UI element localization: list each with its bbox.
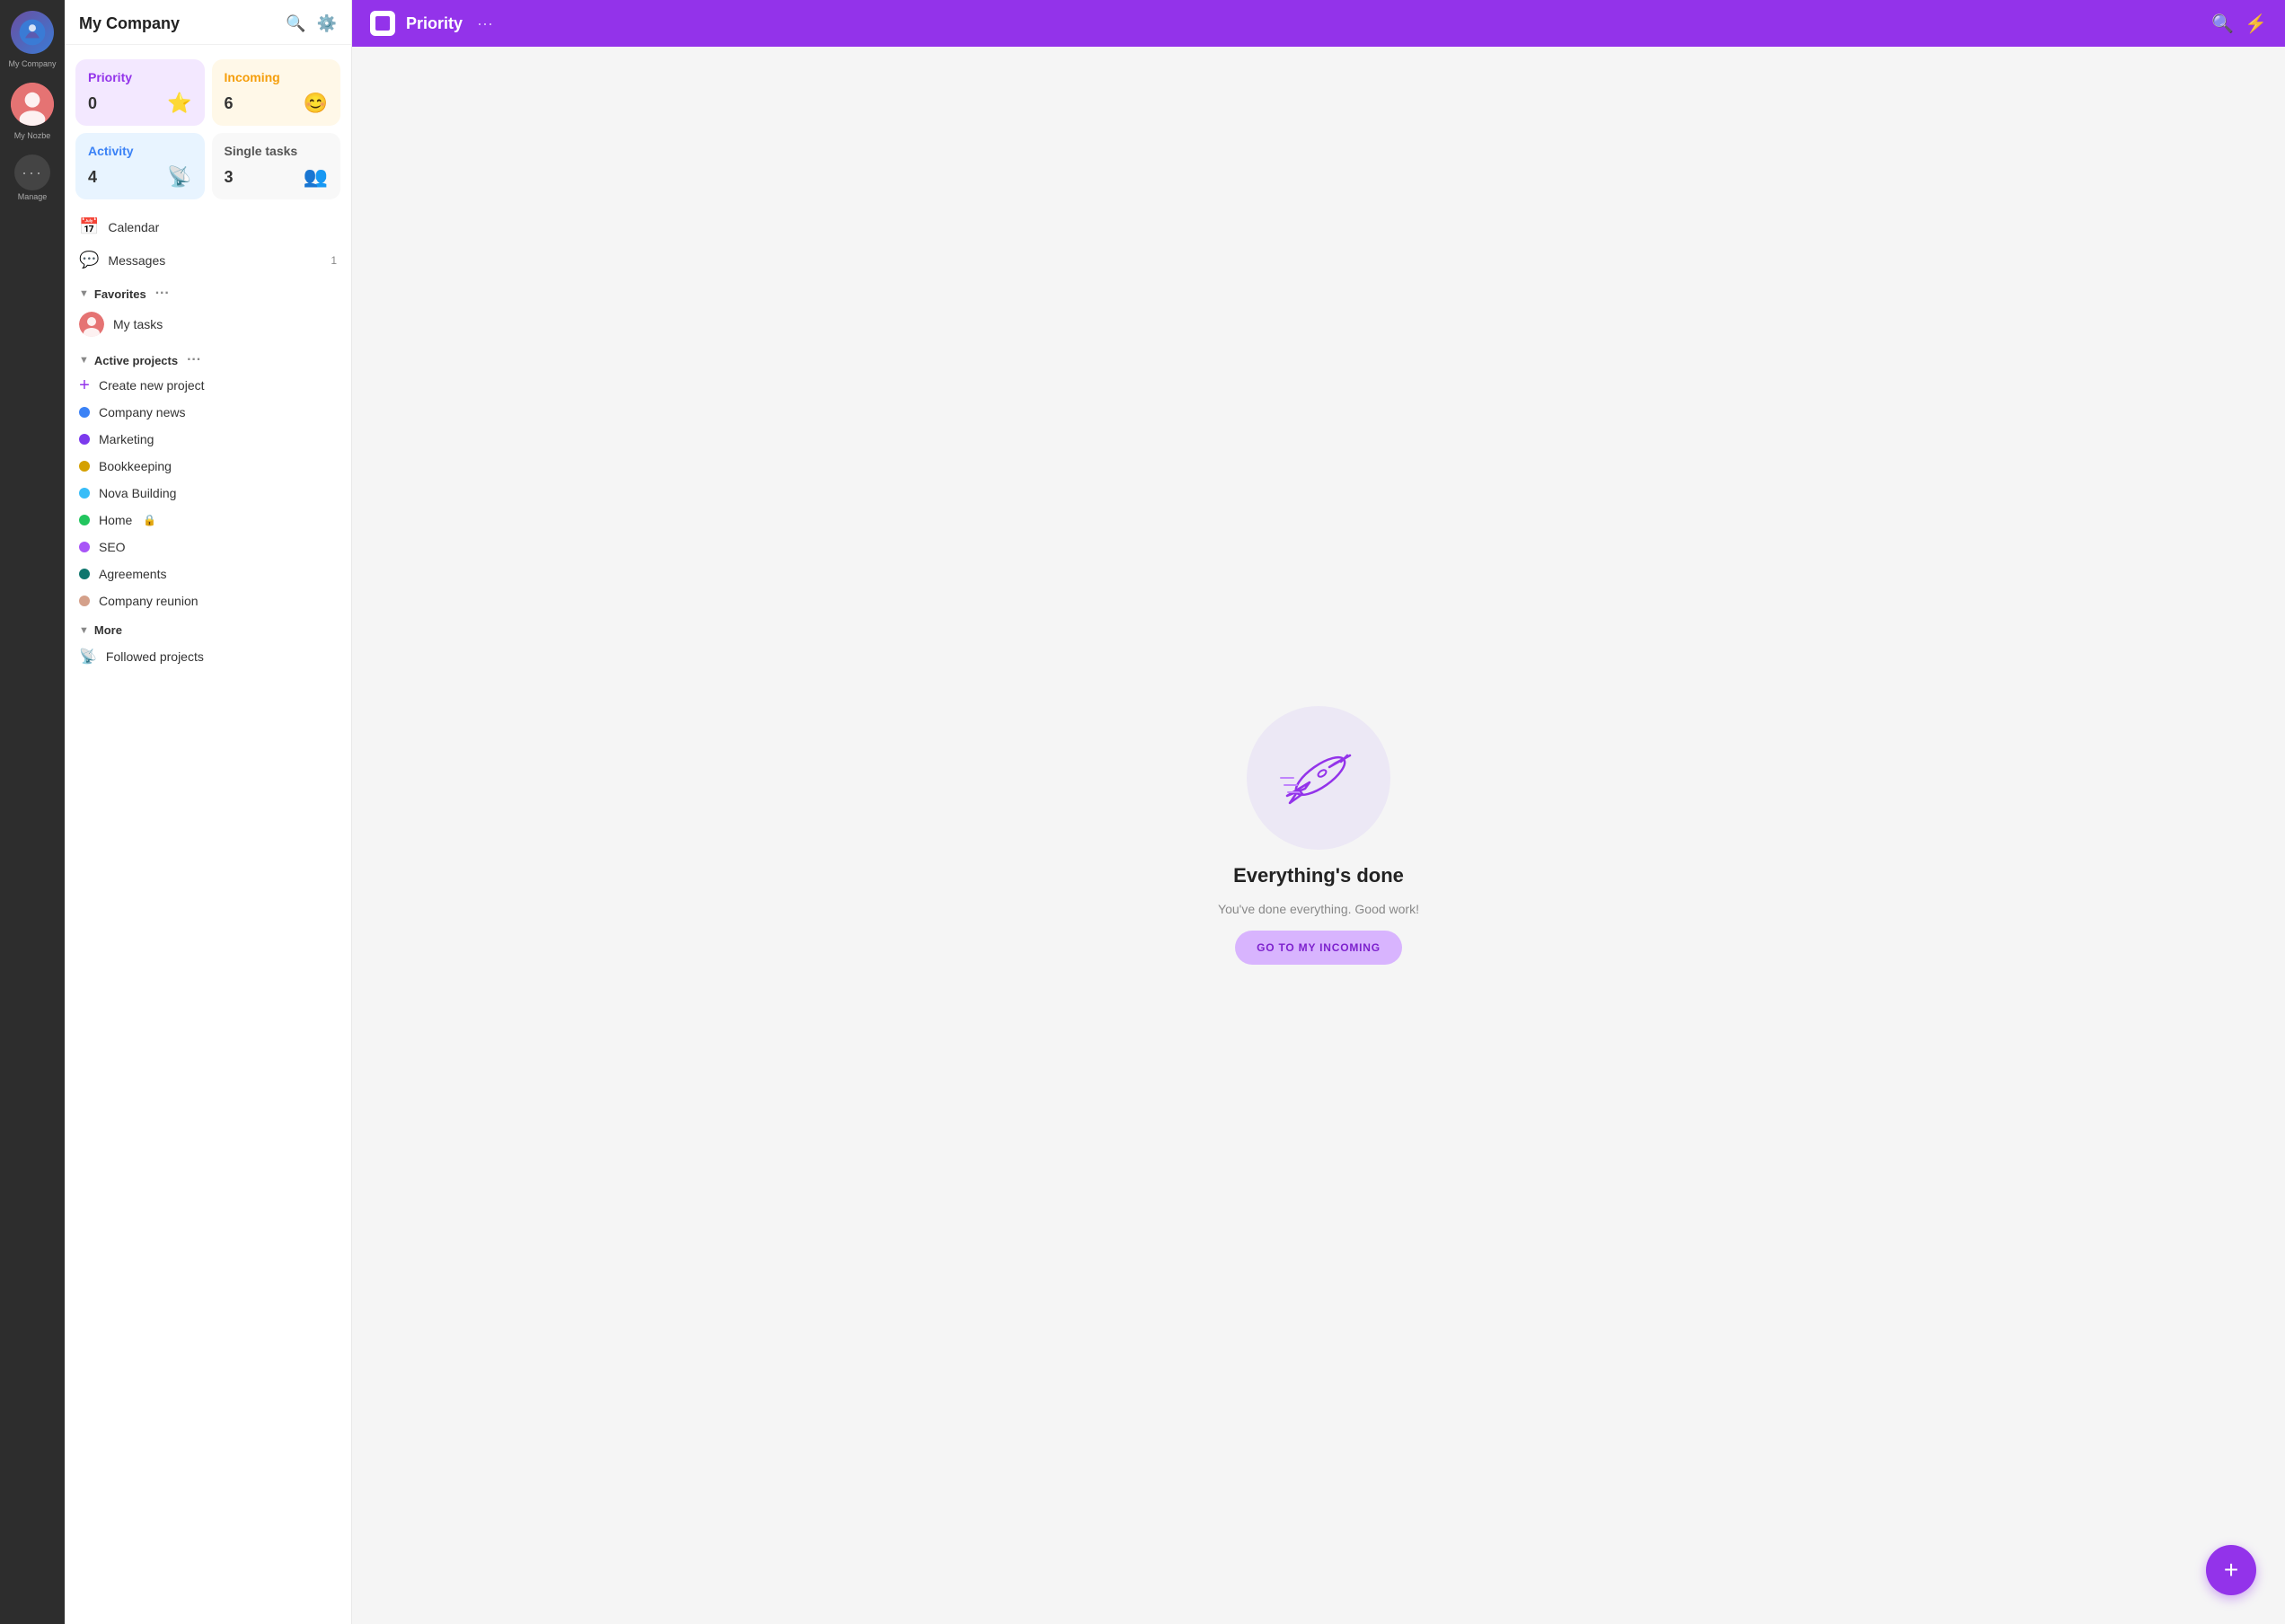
active-projects-more-icon[interactable]: ··· — [187, 352, 201, 368]
agreements-item[interactable]: Agreements — [65, 560, 351, 587]
company-label: My Company — [8, 59, 56, 68]
active-projects-header: ▼ Active projects ··· — [65, 343, 351, 372]
sidebar-title: My Company — [79, 14, 180, 33]
settings-button[interactable]: ⚙️ — [317, 14, 337, 33]
more-chevron: ▼ — [79, 625, 89, 636]
company-reunion-dot — [79, 596, 90, 606]
active-projects-chevron: ▼ — [79, 355, 89, 366]
followed-projects-label: Followed projects — [106, 649, 204, 664]
go-to-incoming-button[interactable]: GO TO MY INCOMING — [1235, 931, 1402, 965]
empty-subtitle: You've done everything. Good work! — [1218, 902, 1419, 916]
company-news-item[interactable]: Company news — [65, 399, 351, 426]
nova-building-item[interactable]: Nova Building — [65, 480, 351, 507]
activity-icon: 📡 — [167, 165, 191, 189]
main-content: Priority ··· 🔍 ⚡ — [352, 0, 2285, 1624]
create-project-label: Create new project — [99, 378, 205, 393]
topbar-more-button[interactable]: ··· — [477, 14, 493, 33]
sidebar-actions: 🔍 ⚙️ — [286, 14, 337, 33]
home-item[interactable]: Home 🔒 — [65, 507, 351, 534]
company-avatar[interactable] — [11, 11, 54, 54]
activity-card[interactable]: Activity 4 📡 — [75, 133, 205, 199]
user-avatar[interactable] — [11, 83, 54, 126]
my-tasks-item[interactable]: My tasks — [65, 305, 351, 343]
plus-icon: + — [79, 380, 90, 391]
priority-card-label: Priority — [88, 70, 192, 84]
my-tasks-label: My tasks — [113, 317, 163, 331]
manage-label: Manage — [18, 192, 48, 201]
agreements-dot — [79, 569, 90, 579]
company-news-label: Company news — [99, 405, 186, 419]
left-rail: My Company My Nozbe ··· Manage — [0, 0, 65, 1624]
activity-count: 4 — [88, 168, 97, 187]
sidebar-scroll[interactable]: Priority 0 ⭐ Incoming 6 😊 Activity 4 — [65, 45, 351, 1624]
company-reunion-item[interactable]: Company reunion — [65, 587, 351, 614]
incoming-card-label: Incoming — [225, 70, 329, 84]
topbar-right: 🔍 ⚡ — [2211, 13, 2267, 35]
followed-projects-item[interactable]: 📡 Followed projects — [65, 640, 351, 673]
fab-button[interactable]: + — [2206, 1545, 2256, 1595]
marketing-dot — [79, 434, 90, 445]
incoming-card[interactable]: Incoming 6 😊 — [212, 59, 341, 126]
messages-label: Messages — [108, 253, 165, 268]
empty-title: Everything's done — [1233, 864, 1404, 887]
more-header: ▼ More — [65, 614, 351, 640]
priority-card[interactable]: Priority 0 ⭐ — [75, 59, 205, 126]
agreements-label: Agreements — [99, 567, 166, 581]
app-logo — [370, 11, 395, 36]
favorites-header: ▼ Favorites ··· — [65, 277, 351, 305]
topbar-search-icon[interactable]: 🔍 — [2211, 13, 2234, 35]
messages-icon: 💬 — [79, 251, 99, 269]
marketing-label: Marketing — [99, 432, 154, 446]
seo-label: SEO — [99, 540, 126, 554]
favorites-chevron: ▼ — [79, 288, 89, 299]
bookkeeping-dot — [79, 461, 90, 472]
topbar-filter-icon[interactable]: ⚡ — [2245, 13, 2267, 35]
bookkeeping-label: Bookkeeping — [99, 459, 172, 473]
calendar-label: Calendar — [108, 220, 159, 234]
activity-card-label: Activity — [88, 144, 192, 158]
favorites-more-icon[interactable]: ··· — [155, 286, 170, 302]
content-area: Everything's done You've done everything… — [352, 47, 2285, 1624]
priority-count: 0 — [88, 94, 97, 113]
nova-building-label: Nova Building — [99, 486, 176, 500]
create-project-item[interactable]: + Create new project — [65, 372, 351, 399]
nova-building-dot — [79, 488, 90, 499]
manage-button[interactable]: ··· Manage — [14, 154, 50, 201]
single-tasks-card-label: Single tasks — [225, 144, 329, 158]
empty-state: Everything's done You've done everything… — [1218, 706, 1419, 965]
single-tasks-icon: 👥 — [304, 165, 328, 189]
home-label: Home — [99, 513, 132, 527]
nav-messages[interactable]: 💬 Messages 1 — [65, 243, 351, 277]
nozbe-label: My Nozbe — [14, 131, 51, 140]
sidebar: My Company 🔍 ⚙️ Priority 0 ⭐ Incoming 6 … — [65, 0, 352, 1624]
company-reunion-label: Company reunion — [99, 594, 199, 608]
search-button[interactable]: 🔍 — [286, 14, 305, 33]
home-dot — [79, 515, 90, 525]
cards-grid: Priority 0 ⭐ Incoming 6 😊 Activity 4 — [65, 52, 351, 210]
topbar: Priority ··· 🔍 ⚡ — [352, 0, 2285, 47]
active-projects-label: Active projects — [94, 354, 178, 367]
plane-illustration — [1247, 706, 1390, 850]
seo-dot — [79, 542, 90, 552]
priority-icon: ⭐ — [167, 92, 191, 115]
topbar-title: Priority — [406, 14, 463, 33]
marketing-item[interactable]: Marketing — [65, 426, 351, 453]
nav-calendar[interactable]: 📅 Calendar — [65, 210, 351, 243]
company-news-dot — [79, 407, 90, 418]
incoming-icon: 😊 — [304, 92, 328, 115]
incoming-count: 6 — [225, 94, 234, 113]
seo-item[interactable]: SEO — [65, 534, 351, 560]
followed-projects-icon: 📡 — [79, 648, 97, 666]
logo-inner — [375, 16, 390, 31]
single-tasks-count: 3 — [225, 168, 234, 187]
calendar-icon: 📅 — [79, 217, 99, 236]
single-tasks-card[interactable]: Single tasks 3 👥 — [212, 133, 341, 199]
messages-badge: 1 — [331, 254, 337, 267]
bookkeeping-item[interactable]: Bookkeeping — [65, 453, 351, 480]
more-label: More — [94, 623, 122, 637]
lock-icon: 🔒 — [143, 514, 156, 526]
sidebar-header: My Company 🔍 ⚙️ — [65, 0, 351, 45]
favorites-label: Favorites — [94, 287, 146, 301]
